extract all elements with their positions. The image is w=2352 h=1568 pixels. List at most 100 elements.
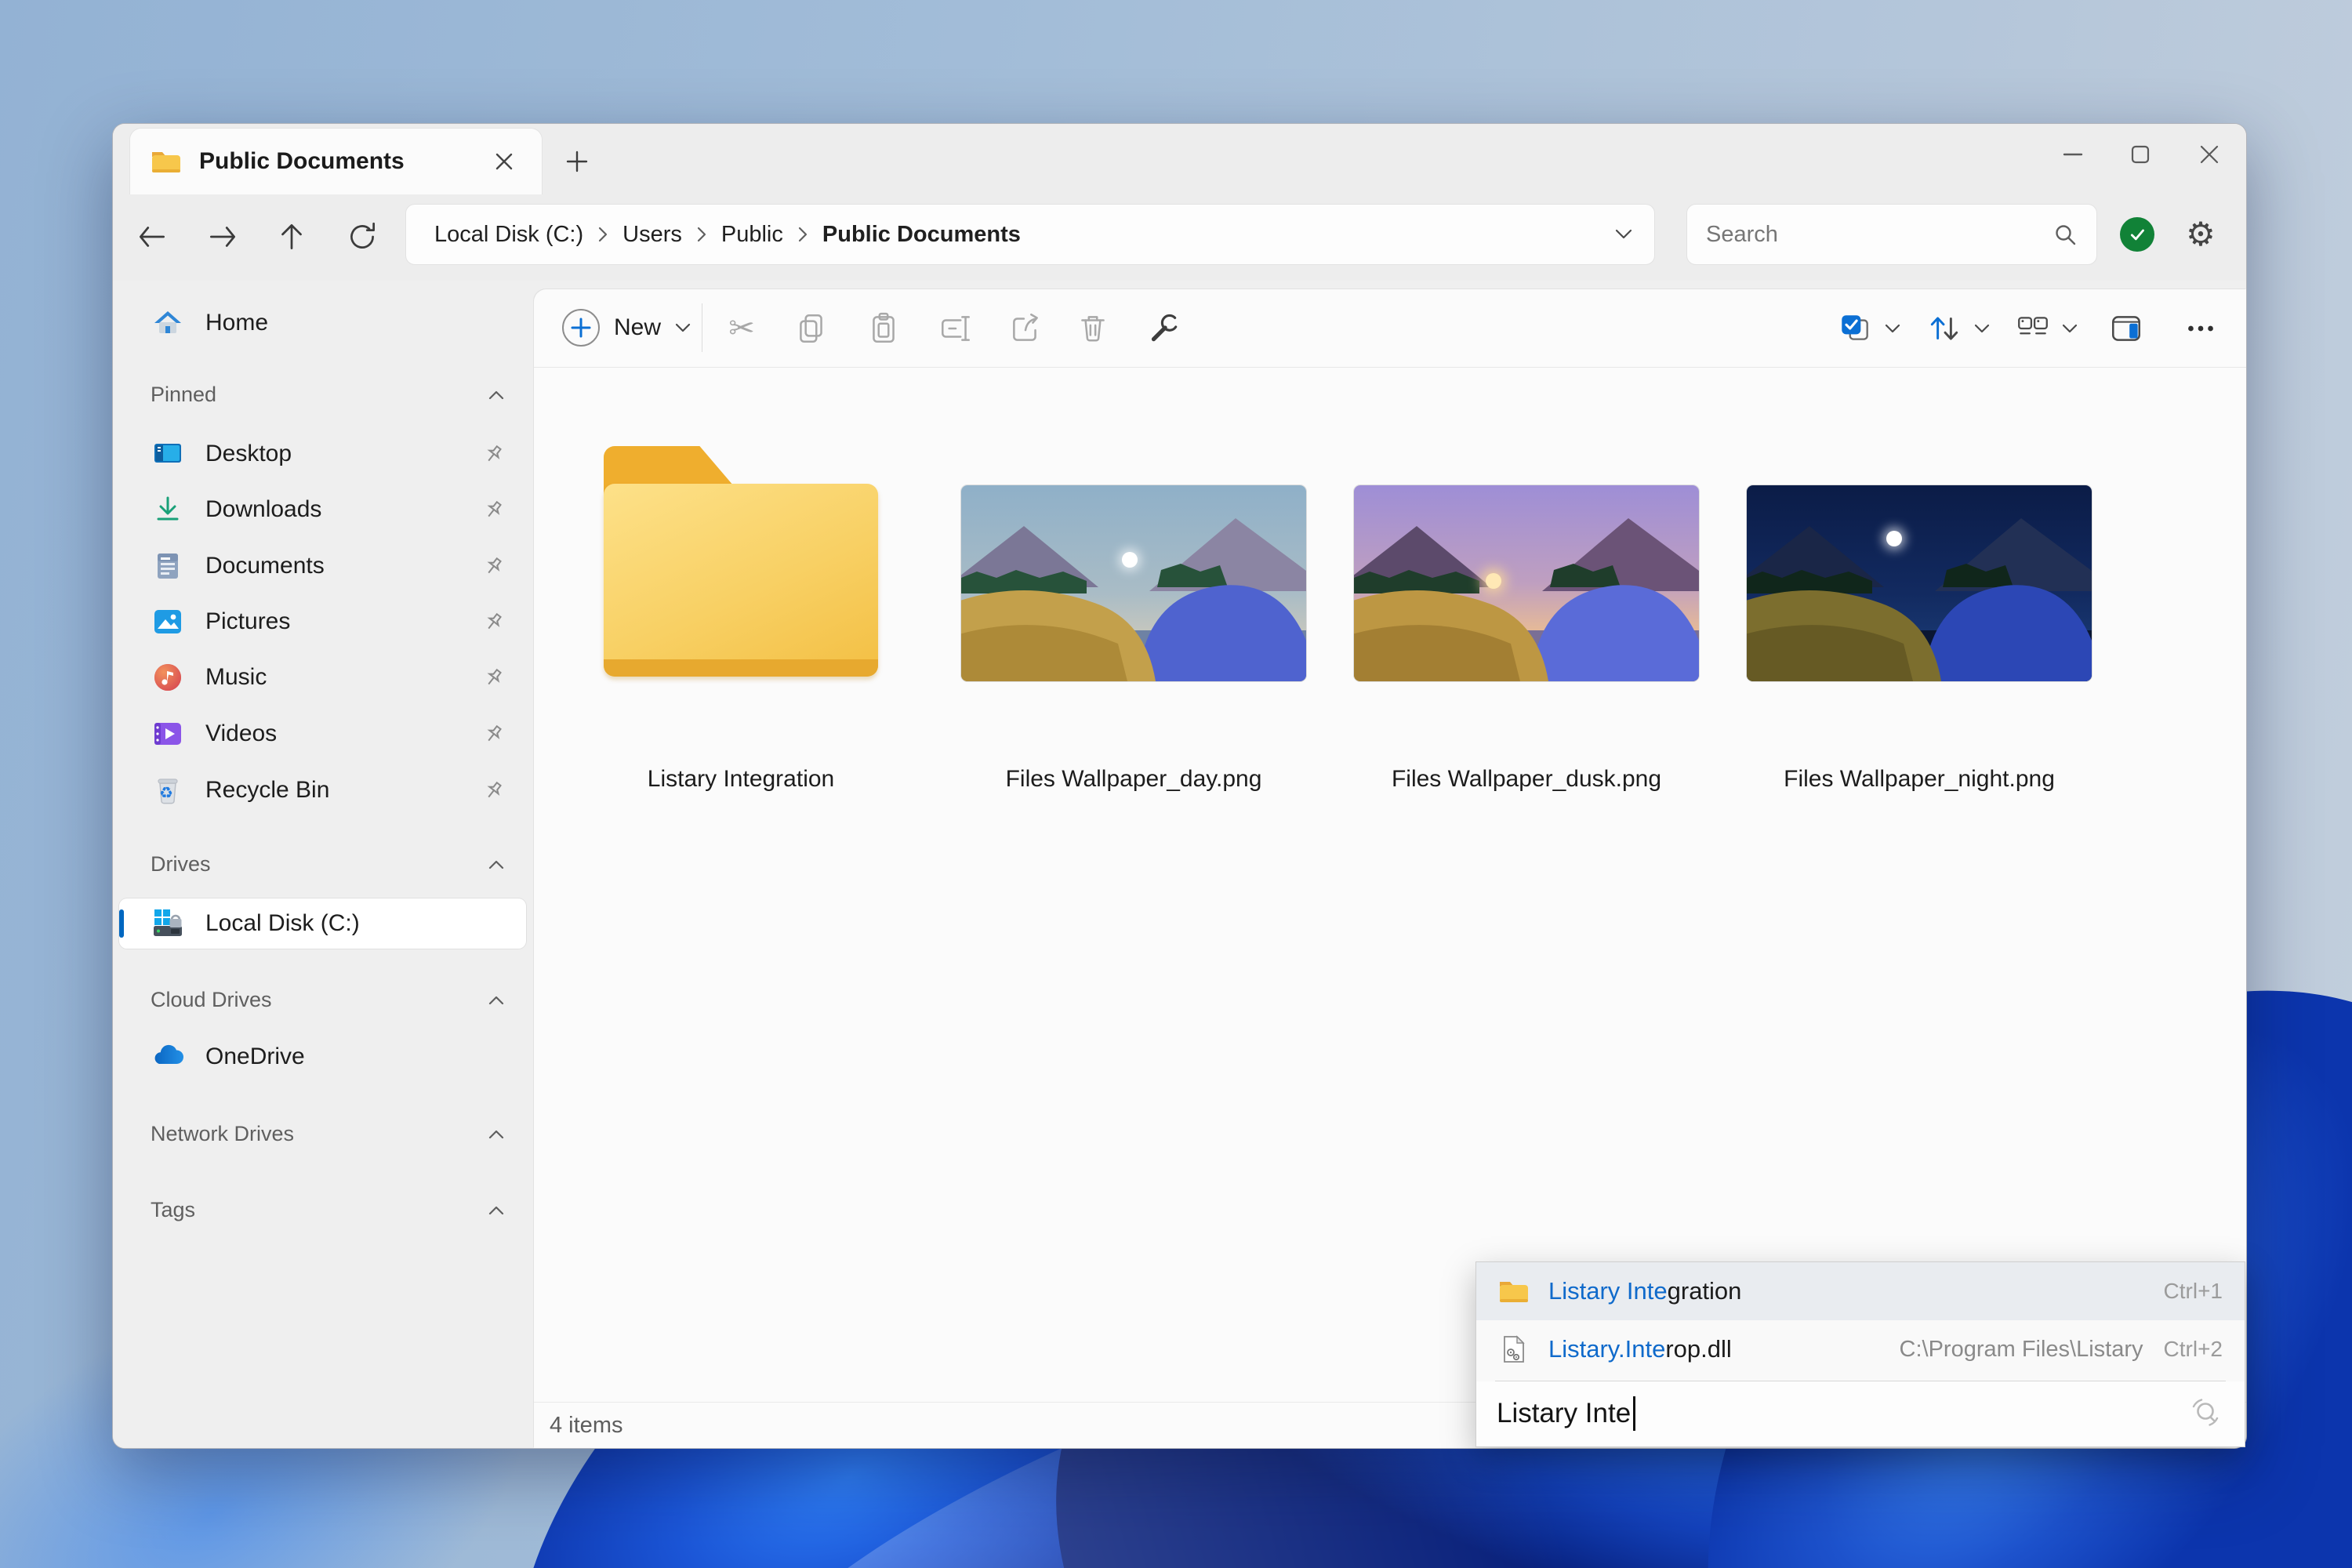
pin-icon[interactable] xyxy=(482,498,506,521)
breadcrumb: Local Disk (C:) Users Public Public Docu… xyxy=(405,204,1655,265)
dll-file-icon xyxy=(1497,1332,1531,1367)
section-label: Cloud Drives xyxy=(151,988,272,1011)
select-icon[interactable] xyxy=(1837,310,1873,347)
more-options-icon[interactable] xyxy=(2183,310,2219,347)
refresh-button[interactable] xyxy=(334,209,390,265)
tab-close-icon[interactable] xyxy=(482,140,526,183)
sidebar-item-label: OneDrive xyxy=(205,1044,305,1069)
sidebar-item-pictures[interactable]: Pictures xyxy=(119,597,526,647)
listary-result-dll[interactable]: Listary.Interop.dll C:\Program Files\Lis… xyxy=(1476,1320,2245,1378)
pin-icon[interactable] xyxy=(482,722,506,746)
chevron-up-icon[interactable] xyxy=(487,994,506,1007)
section-label: Network Drives xyxy=(151,1122,295,1145)
listary-popup: Listary Integration Ctrl+1 Listary.Inter… xyxy=(1475,1261,2245,1447)
rename-icon[interactable] xyxy=(938,310,974,347)
tools-wrench-icon[interactable] xyxy=(1145,310,1181,347)
pin-icon[interactable] xyxy=(482,554,506,578)
new-tab-button[interactable] xyxy=(552,138,602,185)
sidebar-item-desktop[interactable]: Desktop xyxy=(119,429,526,479)
share-icon[interactable] xyxy=(1007,310,1044,347)
layout-chevron-icon[interactable] xyxy=(2052,310,2088,347)
result-name: Listary.Interop.dll xyxy=(1548,1335,1732,1363)
chevron-right-icon xyxy=(797,226,808,243)
address-dropdown-chevron-icon[interactable] xyxy=(1613,227,1634,241)
pin-icon[interactable] xyxy=(482,610,506,633)
sidebar-item-label: Videos xyxy=(205,720,278,746)
chevron-up-icon[interactable] xyxy=(487,1128,506,1141)
sidebar-item-label: Documents xyxy=(205,553,325,579)
sidebar-item-downloads[interactable]: Downloads xyxy=(119,485,526,535)
chevron-right-icon xyxy=(597,226,608,243)
drive-status-ok-icon[interactable] xyxy=(2120,217,2154,252)
sidebar-item-onedrive[interactable]: OneDrive xyxy=(119,1032,526,1082)
cut-icon[interactable]: ✂ xyxy=(724,310,760,347)
section-label: Drives xyxy=(151,852,211,876)
listary-result-folder[interactable]: Listary Integration Ctrl+1 xyxy=(1476,1262,2245,1320)
sort-chevron-icon[interactable] xyxy=(1964,310,2000,347)
sidebar-section-drives[interactable]: Drives xyxy=(151,852,506,877)
breadcrumb-item[interactable]: Users xyxy=(615,217,690,252)
sidebar-item-home[interactable]: Home xyxy=(119,298,526,348)
chevron-up-icon[interactable] xyxy=(487,1204,506,1217)
sidebar: Home Pinned Desktop Downloads Documents … xyxy=(113,281,534,1448)
sidebar-item-local-disk-c[interactable]: Local Disk (C:) xyxy=(119,898,526,949)
documents-icon xyxy=(151,549,185,583)
listary-search-input[interactable]: Listary Inte xyxy=(1476,1381,2245,1446)
up-button[interactable] xyxy=(263,209,320,265)
paste-icon[interactable] xyxy=(866,310,902,347)
forward-button[interactable] xyxy=(194,209,251,265)
new-button-label: New xyxy=(614,314,662,340)
copy-icon[interactable] xyxy=(793,310,829,347)
file-tile-image[interactable]: Files Wallpaper_night.png xyxy=(1747,446,2092,822)
sidebar-section-pinned[interactable]: Pinned xyxy=(151,383,506,407)
result-shortcut: Ctrl+1 xyxy=(2163,1279,2223,1303)
layout-view-icon[interactable] xyxy=(2015,310,2051,347)
minimize-button[interactable] xyxy=(2039,124,2107,185)
sidebar-item-label: Local Disk (C:) xyxy=(205,910,360,936)
sidebar-item-label: Recycle Bin xyxy=(205,777,330,803)
tab-public-documents[interactable]: Public Documents xyxy=(130,129,542,194)
folder-icon xyxy=(596,446,886,681)
back-button[interactable] xyxy=(124,209,180,265)
delete-icon[interactable] xyxy=(1075,310,1111,347)
titlebar: Public Documents xyxy=(113,124,2246,194)
maximize-button[interactable] xyxy=(2107,124,2174,185)
toolbar: New ✂ xyxy=(534,289,2246,368)
chevron-up-icon[interactable] xyxy=(487,389,506,401)
sidebar-item-music[interactable]: Music xyxy=(119,652,526,702)
sidebar-item-documents[interactable]: Documents xyxy=(119,541,526,591)
pictures-icon xyxy=(151,604,185,639)
pin-icon[interactable] xyxy=(482,442,506,466)
chevron-down-icon xyxy=(675,323,691,332)
sort-icon[interactable] xyxy=(1926,310,1962,347)
search-box[interactable] xyxy=(1686,204,2097,265)
select-chevron-icon[interactable] xyxy=(1875,310,1911,347)
file-tile-image[interactable]: Files Wallpaper_day.png xyxy=(961,446,1306,822)
settings-gear-icon[interactable]: ⚙ xyxy=(2175,208,2227,260)
breadcrumb-item[interactable]: Local Disk (C:) xyxy=(426,217,591,252)
pin-icon[interactable] xyxy=(482,666,506,689)
close-button[interactable] xyxy=(2176,124,2243,185)
sidebar-section-tags[interactable]: Tags xyxy=(151,1198,506,1222)
breadcrumb-item[interactable]: Public xyxy=(713,217,791,252)
sidebar-item-recycle-bin[interactable]: ♻ Recycle Bin xyxy=(119,765,526,815)
sidebar-section-network-drives[interactable]: Network Drives xyxy=(151,1122,506,1146)
onedrive-icon xyxy=(151,1040,185,1074)
sidebar-item-videos[interactable]: Videos xyxy=(119,709,526,759)
preview-pane-icon[interactable] xyxy=(2108,310,2144,347)
file-tile-image[interactable]: Files Wallpaper_dusk.png xyxy=(1354,446,1699,822)
sidebar-section-cloud-drives[interactable]: Cloud Drives xyxy=(151,988,506,1012)
home-icon xyxy=(151,306,185,340)
file-tile-folder[interactable]: Listary Integration xyxy=(568,446,913,822)
new-button[interactable]: New xyxy=(548,299,705,356)
search-input[interactable] xyxy=(1704,220,2051,249)
files-app-window: Public Documents Local Disk (C:) Users P… xyxy=(112,123,2247,1449)
pin-icon[interactable] xyxy=(482,779,506,802)
downloads-icon xyxy=(151,492,185,527)
file-name: Files Wallpaper_dusk.png xyxy=(1391,766,1662,792)
breadcrumb-item-current[interactable]: Public Documents xyxy=(815,217,1029,252)
result-shortcut: Ctrl+2 xyxy=(2163,1337,2223,1361)
file-name: Files Wallpaper_night.png xyxy=(1784,766,2055,792)
chevron-up-icon[interactable] xyxy=(487,858,506,871)
desktop-icon xyxy=(151,437,185,471)
